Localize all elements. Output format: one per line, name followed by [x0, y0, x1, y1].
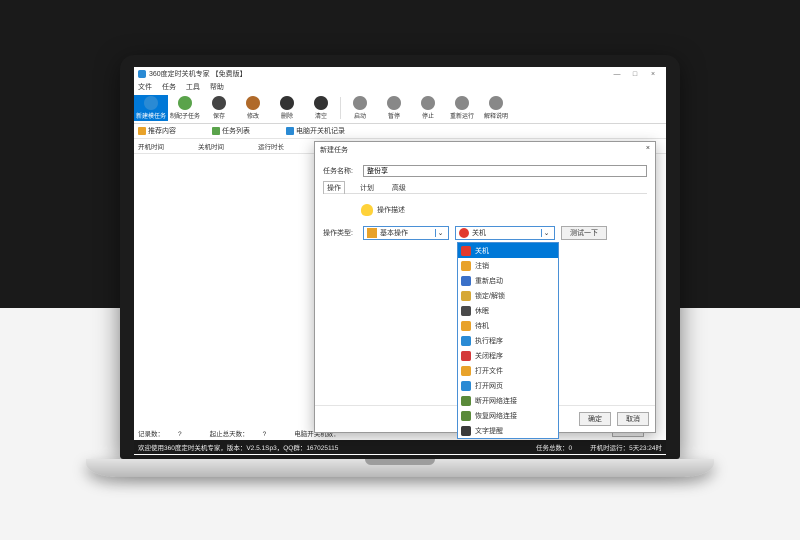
app-icon	[138, 70, 146, 78]
maximize-button[interactable]: □	[626, 71, 644, 78]
dropdown-item-6[interactable]: 执行程序	[458, 333, 558, 348]
col-dur[interactable]: 运行时长	[258, 141, 318, 151]
subbar-log[interactable]: 电脑开关机记录	[286, 126, 363, 136]
col-off[interactable]: 关机时间	[198, 141, 258, 151]
dropdown-item-9[interactable]: 打开网页	[458, 378, 558, 393]
col-on[interactable]: 开机时间	[138, 141, 198, 151]
laptop-frame: 360度定时关机专家 【免费版】 — □ × 文件 任务 工具 帮助 新建模任务…	[120, 55, 680, 477]
dropdown-item-5[interactable]: 待机	[458, 318, 558, 333]
operation-desc: 操作描述	[361, 204, 647, 216]
cancel-button[interactable]: 取消	[617, 412, 649, 426]
title-bar: 360度定时关机专家 【免费版】 — □ ×	[134, 67, 666, 81]
footer-welcome: 欢迎使用360度定时关机专家，版本：V2.5.1Sp3，QQ群：16702511…	[138, 442, 518, 452]
dialog-title: 新建任务	[320, 145, 646, 155]
tab-plan[interactable]: 计划	[357, 182, 377, 194]
test-button[interactable]: 测试一下	[561, 226, 607, 240]
app-window: 360度定时关机专家 【免费版】 — □ × 文件 任务 工具 帮助 新建模任务…	[134, 67, 666, 455]
sub-toolbar: 推荐内容 任务列表 电脑开关机记录	[134, 124, 666, 139]
status-records: 记录数：?	[138, 428, 196, 438]
dropdown-item-2[interactable]: 重新启动	[458, 273, 558, 288]
dialog-titlebar: 新建任务 ×	[315, 142, 655, 158]
gear-icon	[367, 228, 377, 238]
toolbar-3[interactable]: 修改	[236, 95, 270, 121]
dropdown-item-10[interactable]: 断开网络连接	[458, 393, 558, 408]
toolbar-2[interactable]: 保存	[202, 95, 236, 121]
toolbar-8[interactable]: 停止	[411, 95, 445, 121]
footer-bar: 欢迎使用360度定时关机专家，版本：V2.5.1Sp3，QQ群：16702511…	[134, 440, 666, 454]
dropdown-item-1[interactable]: 注销	[458, 258, 558, 273]
dropdown-item-4[interactable]: 休眠	[458, 303, 558, 318]
toolbar-0[interactable]: 新建模任务	[134, 95, 168, 121]
bulb-icon	[361, 204, 373, 216]
chevron-down-icon: ⌄	[541, 229, 551, 237]
toolbar: 新建模任务制配子任务保存修改删除清空启动暂停停止重新运行解释说明	[134, 93, 666, 124]
chevron-down-icon: ⌄	[435, 229, 445, 237]
dropdown-item-12[interactable]: 文字提醒	[458, 423, 558, 438]
type-label: 操作类型:	[323, 228, 363, 238]
menu-file[interactable]: 文件	[138, 84, 152, 91]
toolbar-4[interactable]: 删除	[270, 95, 304, 121]
task-name-input[interactable]	[363, 165, 647, 177]
dropdown-item-3[interactable]: 锁定/解锁	[458, 288, 558, 303]
toolbar-7[interactable]: 暂停	[377, 95, 411, 121]
toolbar-5[interactable]: 清空	[304, 95, 338, 121]
subbar-recommend[interactable]: 推荐内容	[138, 126, 194, 136]
window-title: 360度定时关机专家 【免费版】	[149, 69, 608, 79]
menu-task[interactable]: 任务	[162, 84, 176, 91]
ok-button[interactable]: 确定	[579, 412, 611, 426]
tab-operation[interactable]: 操作	[323, 181, 345, 194]
category-combo[interactable]: 基本操作⌄	[363, 226, 449, 240]
tab-advanced[interactable]: 高级	[389, 182, 409, 194]
toolbar-6[interactable]: 启动	[343, 95, 377, 121]
dropdown-item-8[interactable]: 打开文件	[458, 363, 558, 378]
subbar-tasklist[interactable]: 任务列表	[212, 126, 268, 136]
menu-bar: 文件 任务 工具 帮助	[134, 81, 666, 93]
new-task-dialog: 新建任务 × 任务名称: 操作 计划 高级	[314, 141, 656, 433]
dropdown-item-0[interactable]: 关机	[458, 243, 558, 258]
footer-uptime: 开机时运行：5天23:24时	[590, 445, 662, 452]
footer-tasks: 任务总数：0	[536, 445, 572, 452]
name-label: 任务名称:	[323, 166, 363, 176]
toolbar-1[interactable]: 制配子任务	[168, 95, 202, 121]
menu-help[interactable]: 帮助	[210, 84, 224, 91]
action-combo[interactable]: 关机⌄	[455, 226, 555, 240]
minimize-button[interactable]: —	[608, 71, 626, 78]
status-days: 起止总天数：?	[210, 428, 281, 438]
power-icon	[459, 228, 469, 238]
toolbar-10[interactable]: 解释说明	[479, 95, 513, 121]
dropdown-item-11[interactable]: 恢复网络连接	[458, 408, 558, 423]
toolbar-9[interactable]: 重新运行	[445, 95, 479, 121]
menu-tool[interactable]: 工具	[186, 84, 200, 91]
action-dropdown: 关机注销重新启动锁定/解锁休眠待机执行程序关闭程序打开文件打开网页断开网络连接恢…	[457, 242, 559, 439]
dialog-close-button[interactable]: ×	[646, 145, 650, 155]
close-button[interactable]: ×	[644, 71, 662, 78]
dropdown-item-7[interactable]: 关闭程序	[458, 348, 558, 363]
